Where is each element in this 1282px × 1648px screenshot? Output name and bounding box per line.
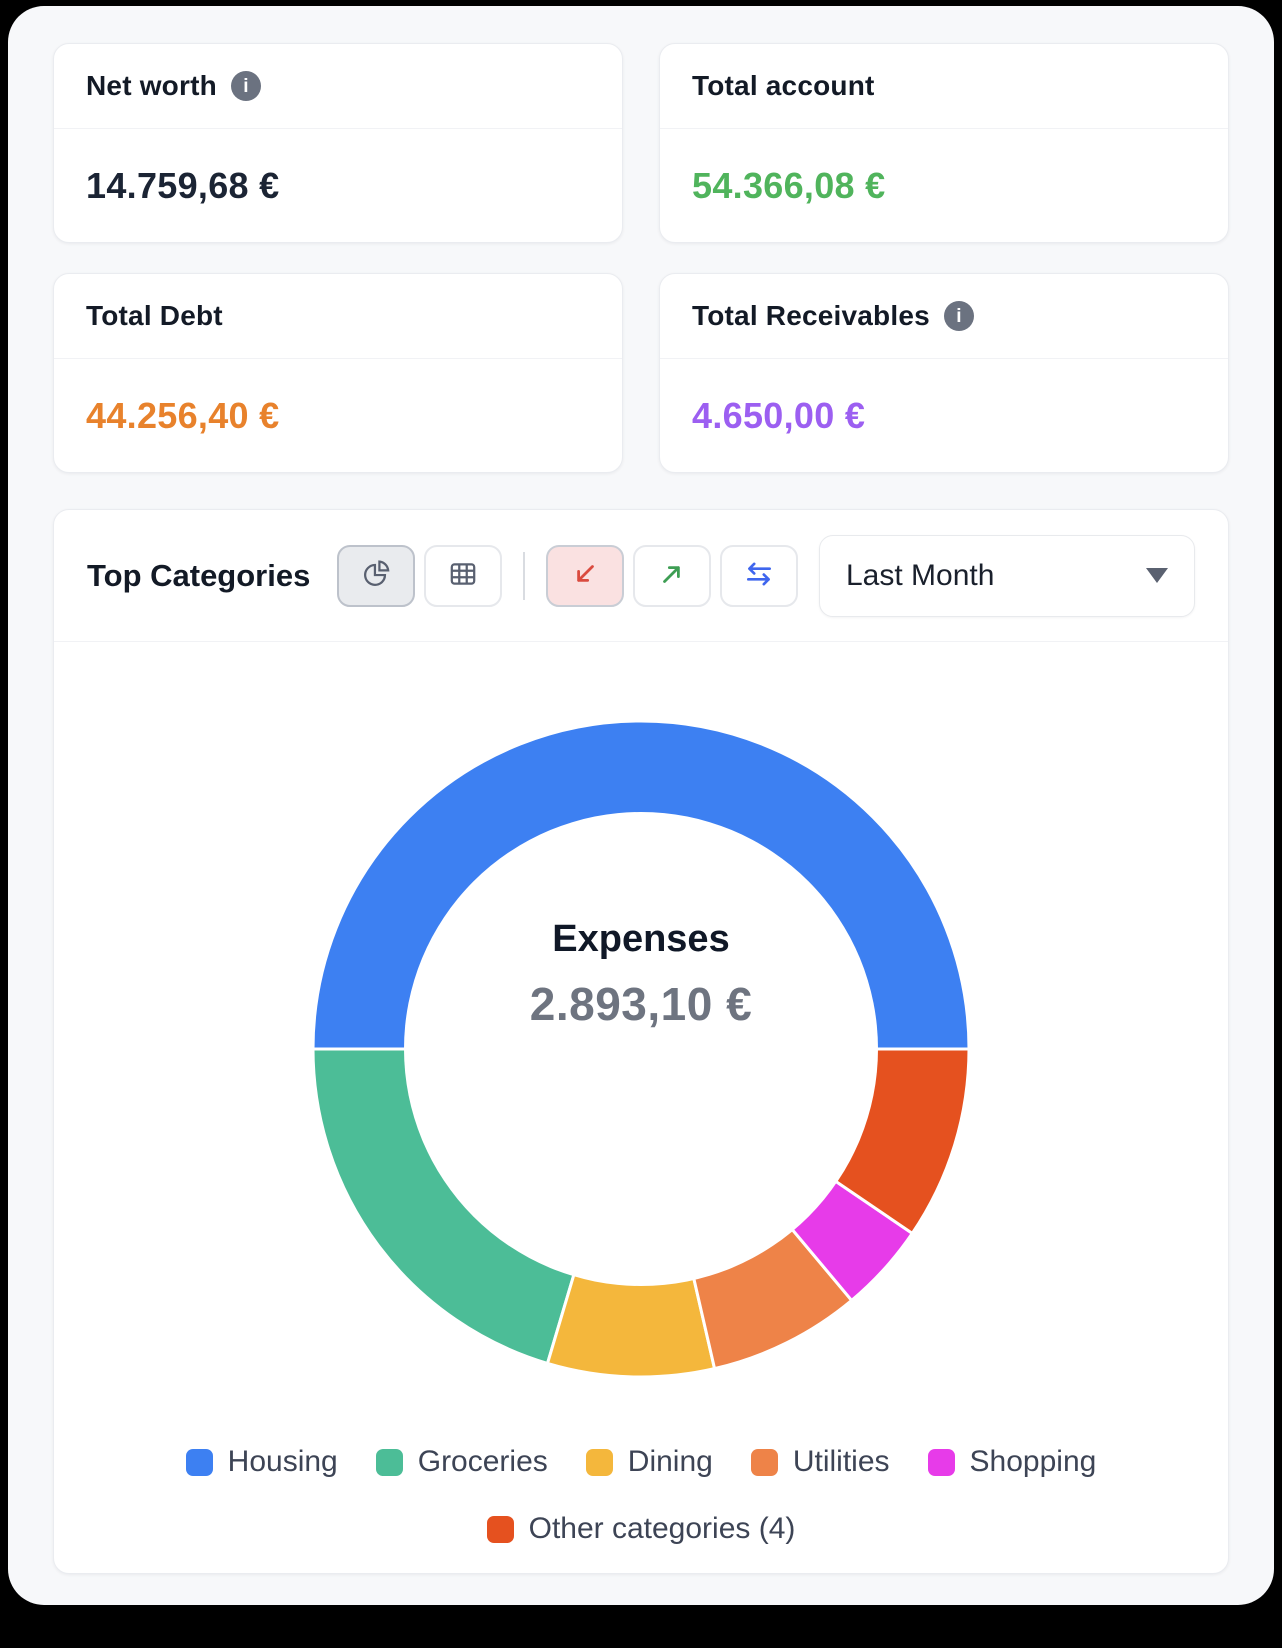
expenses-filter-button[interactable]: [546, 544, 625, 607]
card-body: 14.759,68 €: [54, 129, 622, 242]
table-view-button[interactable]: [424, 544, 503, 607]
legend-label: Housing: [227, 1445, 338, 1478]
legend-item-groceries[interactable]: Groceries: [375, 1445, 548, 1479]
donut-hole: [404, 812, 878, 1286]
card-title: Total Receivables: [692, 300, 930, 331]
legend-item-shopping[interactable]: Shopping: [927, 1445, 1097, 1479]
legend-swatch: [585, 1448, 613, 1476]
transfers-filter-button[interactable]: [720, 544, 799, 607]
total-debt-value: 44.256,40 €: [86, 395, 280, 436]
toolbar-divider: [523, 551, 526, 600]
legend-label: Groceries: [417, 1445, 548, 1478]
info-icon[interactable]: i: [943, 301, 974, 331]
legend-swatch: [185, 1448, 213, 1476]
card-header: Total Debt: [54, 274, 622, 359]
caret-down-icon: [1146, 568, 1168, 583]
stats-grid: Net worth i 14.759,68 € Total account 54…: [53, 43, 1229, 473]
legend-label: Shopping: [969, 1445, 1097, 1478]
period-dropdown[interactable]: Last Month: [819, 534, 1195, 617]
arrow-down-left-icon: [569, 558, 601, 593]
income-filter-button[interactable]: [633, 544, 712, 607]
pie-view-button[interactable]: [337, 544, 416, 607]
legend-swatch: [750, 1448, 778, 1476]
arrow-up-right-icon: [656, 558, 688, 593]
legend-label: Dining: [627, 1445, 713, 1478]
transfer-arrows-icon: [743, 558, 775, 593]
card-title: Total account: [692, 70, 875, 101]
card-body: 4.650,00 €: [660, 359, 1228, 472]
legend-item-housing[interactable]: Housing: [185, 1445, 338, 1479]
dashboard: Net worth i 14.759,68 € Total account 54…: [8, 6, 1274, 1605]
card-header: Total account: [660, 44, 1228, 129]
top-categories-header: Top Categories Last Month: [54, 510, 1228, 642]
legend-item-utilities[interactable]: Utilities: [750, 1445, 890, 1479]
total-receivables-value: 4.650,00 €: [692, 395, 866, 436]
card-title: Total Debt: [86, 300, 223, 331]
top-categories-card: Top Categories Last Month Expenses 2.893…: [53, 509, 1229, 1574]
legend-item-other-categories-4[interactable]: Other categories (4): [486, 1512, 796, 1546]
period-dropdown-value: Last Month: [846, 558, 995, 592]
info-icon[interactable]: i: [230, 71, 261, 101]
legend-swatch: [927, 1448, 955, 1476]
pie-chart-icon: [360, 558, 392, 593]
total-debt-card: Total Debt 44.256,40 €: [53, 273, 623, 473]
card-title: Net worth: [86, 70, 217, 101]
card-body: 44.256,40 €: [54, 359, 622, 472]
legend-label: Other categories (4): [528, 1512, 796, 1545]
card-body: 54.366,08 €: [660, 129, 1228, 242]
card-header: Total Receivables i: [660, 274, 1228, 359]
legend-item-dining[interactable]: Dining: [585, 1445, 713, 1479]
total-account-value: 54.366,08 €: [692, 165, 886, 206]
legend-swatch: [375, 1448, 403, 1476]
legend-label: Utilities: [792, 1445, 890, 1478]
net-worth-card: Net worth i 14.759,68 €: [53, 43, 623, 243]
table-icon: [447, 558, 479, 593]
donut-svg: [311, 719, 971, 1379]
total-receivables-card: Total Receivables i 4.650,00 €: [659, 273, 1229, 473]
expenses-donut-chart[interactable]: Expenses 2.893,10 €: [311, 719, 971, 1379]
total-account-card: Total account 54.366,08 €: [659, 43, 1229, 243]
chart-legend: Housing Groceries Dining Utilities Shopping O…: [54, 1445, 1228, 1546]
legend-swatch: [486, 1515, 514, 1543]
section-title: Top Categories: [87, 557, 311, 593]
net-worth-value: 14.759,68 €: [86, 165, 280, 206]
card-header: Net worth i: [54, 44, 622, 129]
